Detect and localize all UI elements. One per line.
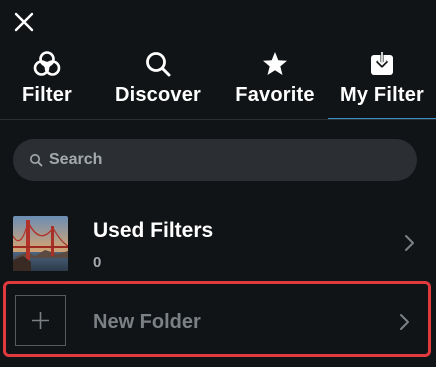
chevron-right-icon (400, 314, 409, 330)
tab-discover[interactable]: Discover (94, 46, 222, 120)
plus-icon (15, 295, 66, 346)
star-icon (261, 50, 289, 78)
search-input[interactable]: Search (13, 139, 417, 181)
chevron-right-icon (405, 235, 414, 251)
search-icon (144, 50, 172, 78)
used-filters-folder[interactable]: Used Filters 0 (0, 208, 436, 278)
close-icon (14, 12, 34, 32)
close-button[interactable] (12, 10, 36, 34)
tab-bar: Filter Discover Favorite My Filter (0, 46, 436, 120)
tab-filter[interactable]: Filter (0, 46, 94, 120)
new-folder-button[interactable]: New Folder (3, 281, 431, 357)
my-filter-screen: Filter Discover Favorite My Filter Searc… (0, 0, 436, 367)
download-box-icon (368, 50, 396, 78)
filter-icon (33, 50, 61, 78)
tab-my-filter-label: My Filter (339, 84, 425, 106)
search-icon (29, 153, 43, 167)
used-filters-title: Used Filters (93, 219, 214, 242)
folder-thumbnail (13, 216, 68, 271)
tab-filter-label: Filter (21, 84, 73, 106)
tab-divider (0, 119, 436, 120)
tab-discover-label: Discover (114, 84, 202, 106)
tab-my-filter[interactable]: My Filter (328, 46, 436, 120)
tab-favorite[interactable]: Favorite (222, 46, 328, 120)
new-folder-title: New Folder (93, 311, 201, 333)
tab-favorite-label: Favorite (235, 84, 315, 106)
search-placeholder: Search (49, 151, 103, 168)
used-filters-count: 0 (93, 254, 102, 271)
